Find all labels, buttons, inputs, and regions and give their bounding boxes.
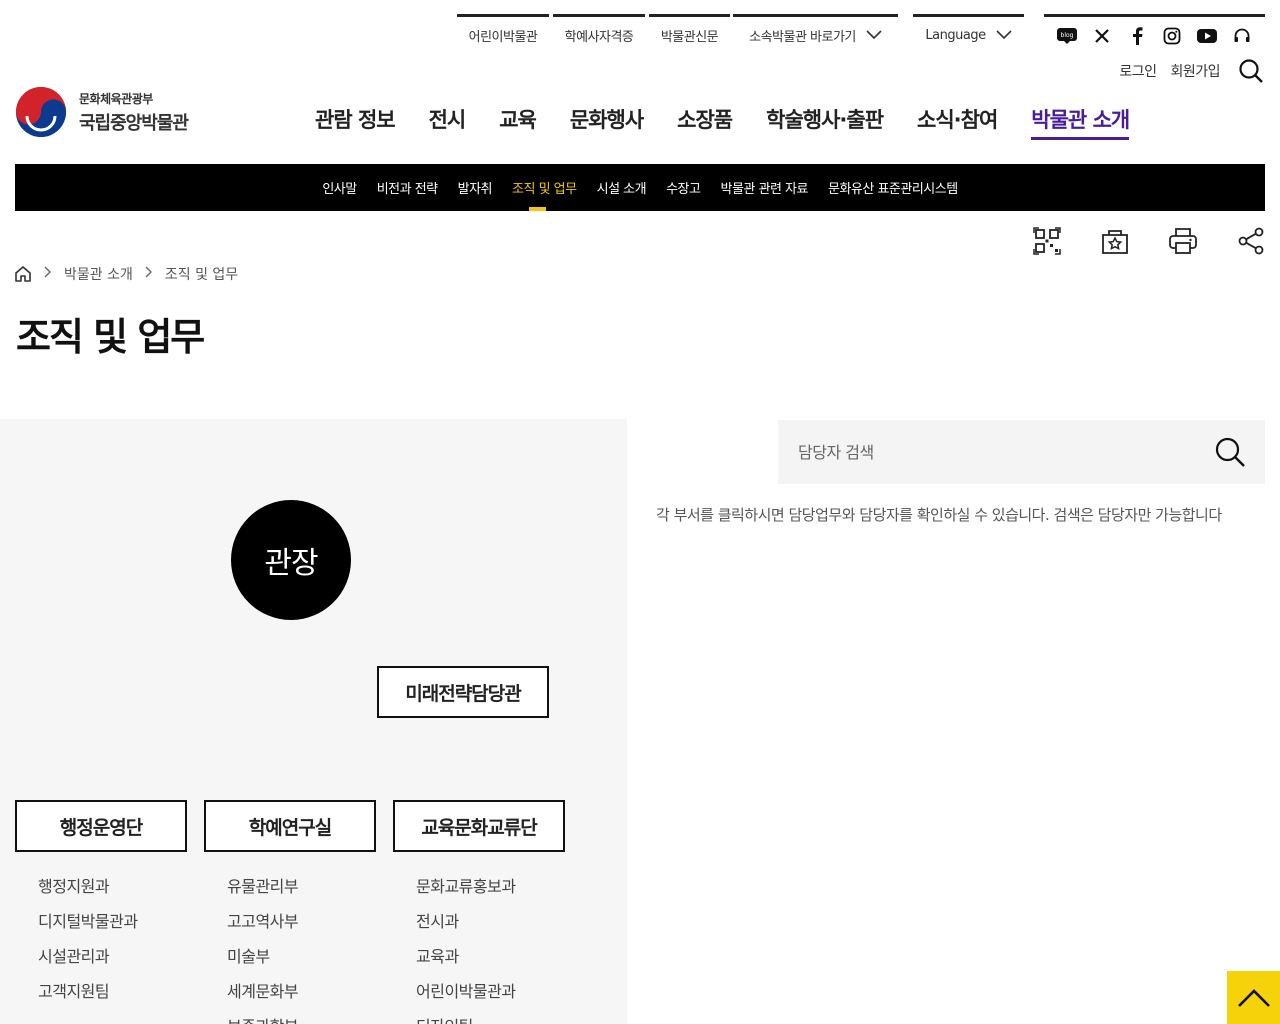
gnb-item-collections[interactable]: 소장품 <box>660 104 749 140</box>
org-sublist-administration: 행정지원과 디지털박물관과 시설관리과 고객지원팀 <box>38 876 138 1016</box>
qr-code-icon[interactable] <box>1032 226 1062 256</box>
search-guide-text: 각 부서를 클릭하시면 담당업무와 담당자를 확인하실 수 있습니다. 검색은 … <box>656 506 1222 524</box>
subnav-item-heritage-system[interactable]: 문화유산 표준관리시스템 <box>818 164 968 211</box>
signup-link[interactable]: 회원가입 <box>1170 61 1220 81</box>
svg-text:blog: blog <box>1061 32 1074 39</box>
org-node-future-strategy[interactable]: 미래전략담당관 <box>377 666 549 718</box>
gnb-item-cultural-events[interactable]: 문화행사 <box>553 104 660 140</box>
gnb-item-academic-publication[interactable]: 학술행사·출판 <box>749 104 900 140</box>
emblem-icon <box>15 86 67 138</box>
subnav-item-vision[interactable]: 비전과 전략 <box>367 164 448 211</box>
org-sublist-education: 문화교류홍보과 전시과 교육과 어린이박물관과 디자인팀 <box>416 876 516 1024</box>
org-subdept[interactable]: 유물관리부 <box>227 876 299 911</box>
org-node-curatorial-research[interactable]: 학예연구실 <box>204 800 376 852</box>
login-link[interactable]: 로그인 <box>1119 61 1157 81</box>
breadcrumb: 박물관 소개 조직 및 업무 <box>14 264 238 284</box>
museum-name: 국립중앙박물관 <box>79 112 189 134</box>
language-dropdown[interactable]: Language <box>913 14 1024 54</box>
org-subdept[interactable]: 세계문화부 <box>227 981 299 1016</box>
facebook-icon[interactable] <box>1124 23 1150 49</box>
breadcrumb-item-current[interactable]: 조직 및 업무 <box>165 264 238 284</box>
member-links: 로그인 회원가입 <box>1119 58 1264 84</box>
sub-navigation: 인사말 비전과 전략 발자취 조직 및 업무 시설 소개 수장고 박물관 관련 … <box>15 164 1265 211</box>
org-subdept[interactable]: 디지털박물관과 <box>38 911 138 946</box>
search-icon[interactable] <box>1238 58 1264 84</box>
util-link-newsletter[interactable]: 박물관신문 <box>649 14 730 54</box>
staff-search-input[interactable] <box>798 442 1213 462</box>
gnb-item-visit-info[interactable]: 관람 정보 <box>298 104 412 140</box>
subnav-item-materials[interactable]: 박물관 관련 자료 <box>710 164 818 211</box>
share-icon[interactable] <box>1236 226 1266 256</box>
social-links: blog <box>1044 14 1265 54</box>
org-subdept[interactable]: 문화교류홍보과 <box>416 876 516 911</box>
chevron-up-icon <box>1237 988 1271 1008</box>
gnb-item-news[interactable]: 소식·참여 <box>900 104 1014 140</box>
page-title: 조직 및 업무 <box>16 315 205 359</box>
chevron-right-icon <box>145 266 153 282</box>
main-navigation: 관람 정보 전시 교육 문화행사 소장품 학술행사·출판 소식·참여 박물관 소… <box>298 104 1146 140</box>
org-subdept[interactable]: 전시과 <box>416 911 516 946</box>
org-sublist-curatorial: 유물관리부 고고역사부 미술부 세계문화부 보존과학부 <box>227 876 299 1024</box>
bookmark-star-icon[interactable] <box>1100 226 1130 256</box>
gnb-item-education[interactable]: 교육 <box>482 104 553 140</box>
org-node-director[interactable]: 관장 <box>231 500 351 620</box>
subnav-item-history[interactable]: 발자취 <box>448 164 502 211</box>
headset-icon[interactable] <box>1229 23 1255 49</box>
org-subdept[interactable]: 고객지원팀 <box>38 981 138 1016</box>
org-subdept[interactable]: 고고역사부 <box>227 911 299 946</box>
home-icon[interactable] <box>14 265 32 283</box>
blog-icon[interactable]: blog <box>1054 23 1080 49</box>
subnav-item-facilities[interactable]: 시설 소개 <box>587 164 656 211</box>
org-subdept[interactable]: 시설관리과 <box>38 946 138 981</box>
museum-logo[interactable]: 문화체육관광부 국립중앙박물관 <box>15 86 189 138</box>
org-subdept[interactable]: 미술부 <box>227 946 298 981</box>
chevron-right-icon <box>44 266 52 282</box>
back-to-top-button[interactable] <box>1227 971 1280 1024</box>
search-icon[interactable] <box>1213 435 1247 469</box>
org-node-administration[interactable]: 행정운영단 <box>15 800 187 852</box>
org-node-education-exchange[interactable]: 교육문화교류단 <box>393 800 565 852</box>
youtube-icon[interactable] <box>1194 23 1220 49</box>
org-subdept[interactable]: 보존과학부 <box>227 1016 299 1024</box>
utility-bar: 어린이박물관 학예사자격증 박물관신문 소속박물관 바로가기 Language … <box>0 14 1280 54</box>
org-subdept[interactable]: 디자인팀 <box>416 1016 516 1024</box>
org-subdept[interactable]: 어린이박물관과 <box>416 981 516 1016</box>
org-chart: 관장 미래전략담당관 행정운영단 학예연구실 교육문화교류단 행정지원과 디지털… <box>0 419 627 1024</box>
subnav-item-organization[interactable]: 조직 및 업무 <box>502 164 587 211</box>
util-link-kids-museum[interactable]: 어린이박물관 <box>457 14 549 54</box>
gnb-item-about[interactable]: 박물관 소개 <box>1014 104 1146 140</box>
staff-search <box>778 420 1265 484</box>
breadcrumb-item[interactable]: 박물관 소개 <box>64 264 133 284</box>
util-link-curator-cert[interactable]: 학예사자격증 <box>553 14 645 54</box>
org-subdept[interactable]: 행정지원과 <box>38 876 138 911</box>
print-icon[interactable] <box>1168 226 1198 256</box>
instagram-icon[interactable] <box>1159 23 1185 49</box>
subnav-item-storage[interactable]: 수장고 <box>656 164 710 211</box>
x-icon[interactable] <box>1089 23 1115 49</box>
ministry-name: 문화체육관광부 <box>79 91 153 106</box>
affiliates-dropdown[interactable]: 소속박물관 바로가기 <box>733 14 898 54</box>
org-subdept[interactable]: 교육과 <box>416 946 516 981</box>
chevron-down-icon <box>866 28 882 44</box>
gnb-item-exhibition[interactable]: 전시 <box>412 104 483 140</box>
chevron-down-icon <box>996 28 1012 44</box>
subnav-item-greeting[interactable]: 인사말 <box>312 164 366 211</box>
page-tools <box>1032 226 1266 256</box>
